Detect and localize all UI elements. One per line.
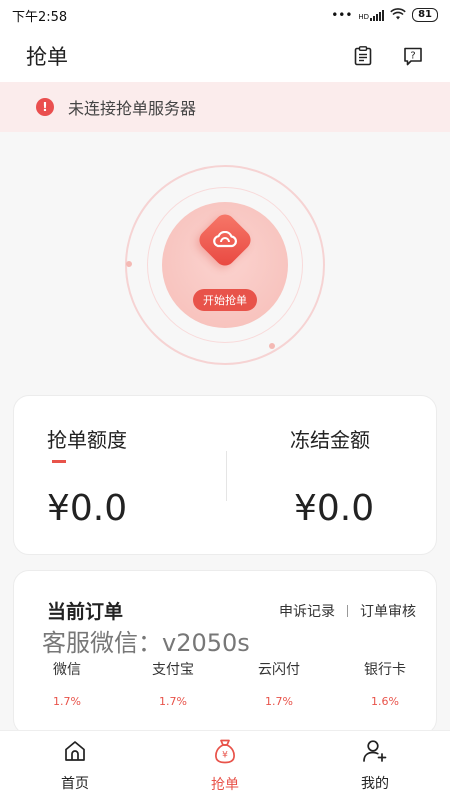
nav-label: 抢单	[211, 776, 239, 793]
notice-text: 未连接抢单服务器	[68, 99, 197, 118]
nav-item-home[interactable]: 首页	[25, 739, 125, 793]
bottom-nav: 首页 ¥ 抢单 我的	[0, 730, 450, 800]
frozen-label: 冻结金额	[290, 428, 370, 452]
network-type: HD	[358, 12, 370, 21]
customer-service-watermark: 客服微信：v2050s	[42, 629, 250, 657]
grab-order-radar: 开始抢单	[125, 165, 325, 365]
status-indicators: ••• HD 81	[331, 7, 438, 23]
rate-item-wechat: 微信 1.7%	[14, 659, 120, 708]
orders-links: 申诉记录 订单审核	[279, 601, 416, 621]
more-dots-icon: •••	[331, 8, 353, 22]
status-bar: 下午2:58 ••• HD 81	[0, 0, 450, 30]
alert-icon: !	[36, 98, 54, 116]
page-title: 抢单	[26, 45, 68, 69]
orbit-dot	[269, 343, 275, 349]
home-icon	[63, 739, 87, 767]
rate-value: 1.7%	[53, 695, 81, 708]
link-separator	[347, 605, 348, 617]
rate-name: 银行卡	[364, 662, 406, 678]
add-user-icon	[362, 739, 388, 767]
rate-item-unionpay: 云闪付 1.7%	[226, 659, 332, 708]
balance-card: 抢单额度 ¥0.0 冻结金额 ¥0.0	[13, 395, 437, 555]
svg-text:¥: ¥	[222, 750, 228, 760]
app-header: 抢单 ?	[0, 30, 450, 82]
signal-icon: HD	[358, 9, 385, 21]
connection-notice: ! 未连接抢单服务器	[0, 82, 450, 132]
orders-title: 当前订单	[47, 601, 124, 623]
rate-item-bankcard: 银行卡 1.6%	[332, 659, 436, 708]
rate-name: 支付宝	[152, 662, 194, 678]
active-marker	[52, 460, 66, 463]
svg-text:?: ?	[410, 51, 415, 62]
nav-item-grab[interactable]: ¥ 抢单	[175, 738, 275, 794]
nav-label: 我的	[361, 775, 389, 792]
status-time: 下午2:58	[12, 9, 68, 25]
header-actions: ?	[352, 45, 424, 67]
frozen-value: ¥0.0	[294, 488, 375, 529]
wifi-icon	[390, 7, 406, 23]
balance-divider	[226, 451, 227, 501]
rate-value: 1.6%	[371, 695, 399, 708]
rate-value: 1.7%	[159, 695, 187, 708]
rate-name: 微信	[53, 662, 81, 678]
rate-value: 1.7%	[265, 695, 293, 708]
rate-name: 云闪付	[258, 662, 300, 678]
rate-list: 微信 1.7% 支付宝 1.7% 云闪付 1.7% 银行卡 1.6%	[14, 659, 436, 708]
clipboard-icon[interactable]	[352, 45, 374, 67]
money-bag-icon: ¥	[213, 738, 237, 768]
nav-item-mine[interactable]: 我的	[325, 739, 425, 793]
battery-indicator: 81	[412, 8, 438, 22]
orbit-dot	[126, 261, 132, 267]
help-icon[interactable]: ?	[402, 45, 424, 67]
rate-item-alipay: 支付宝 1.7%	[120, 659, 226, 708]
nav-label: 首页	[61, 775, 89, 792]
appeal-records-link[interactable]: 申诉记录	[279, 601, 335, 621]
quota-label: 抢单额度	[47, 428, 127, 452]
orders-card: 当前订单 申诉记录 订单审核 客服微信：v2050s 微信 1.7% 支付宝 1…	[13, 570, 437, 735]
start-grab-button[interactable]: 开始抢单	[193, 289, 257, 311]
quota-value: ¥0.0	[47, 488, 128, 529]
order-review-link[interactable]: 订单审核	[360, 601, 416, 621]
cloud-icon	[211, 228, 239, 252]
